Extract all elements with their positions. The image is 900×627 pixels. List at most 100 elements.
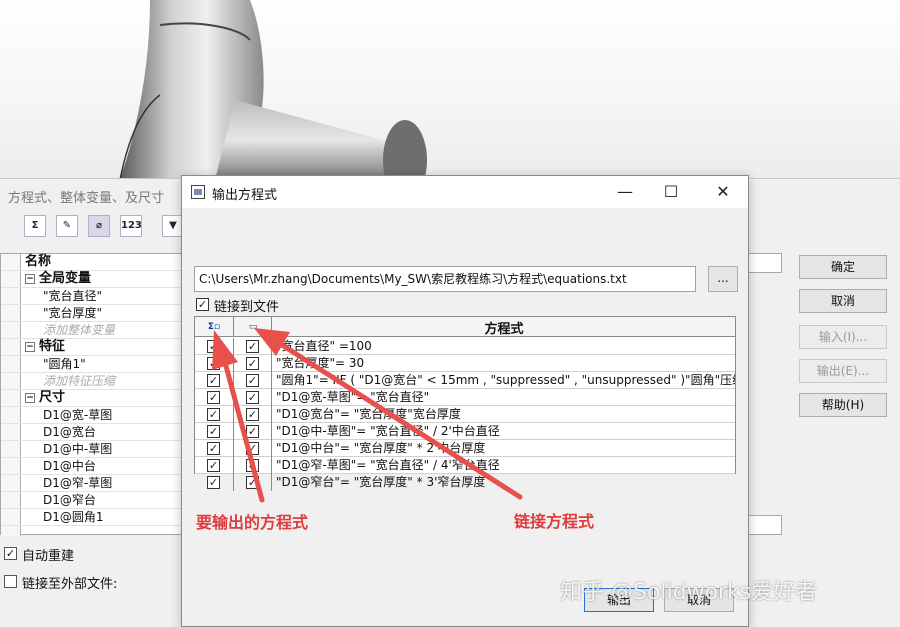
tree-item[interactable]: D1@窄台 — [1, 492, 193, 509]
item-label: D1@窄-草图 — [43, 476, 113, 490]
equation-text: "D1@窄台"= "宽台厚度" * 3'窄台厚度 — [271, 474, 735, 491]
item-label: D1@宽-草图 — [43, 408, 113, 422]
export-checkbox[interactable]: ✓ — [207, 442, 220, 455]
item-label: "宽台直径" — [43, 289, 103, 303]
watermark: 知乎 @Solidworks爱好者 — [560, 580, 818, 605]
link-to-file-checkbox[interactable]: ✓ — [196, 298, 209, 311]
import-button[interactable]: 输入(I)... — [799, 325, 887, 349]
group-global-variables[interactable]: − 全局变量 — [1, 271, 193, 288]
export-checkbox[interactable]: ✓ — [207, 425, 220, 438]
tree-item[interactable]: "宽台直径" — [1, 288, 193, 305]
annotation-export-label: 要输出的方程式 — [196, 513, 309, 532]
group-features[interactable]: − 特征 — [1, 339, 193, 356]
header-export-column[interactable]: Σ▫ — [195, 317, 233, 337]
export-checkbox[interactable]: ✓ — [207, 391, 220, 404]
collapse-icon[interactable]: − — [25, 342, 35, 352]
equation-text: "D1@窄-草图"= "宽台直径" / 4'窄台直径 — [271, 457, 735, 474]
link-checkbox[interactable]: ✓ — [246, 340, 259, 353]
window-icon — [191, 185, 205, 199]
export-button[interactable]: 输出(E)... — [799, 359, 887, 383]
grid-header-label: 方程式 — [484, 322, 524, 337]
3d-viewport[interactable] — [0, 0, 900, 180]
export-column-icon: Σ▫ — [207, 322, 221, 332]
link-external-checkbox[interactable] — [4, 575, 17, 588]
tree-item[interactable]: "圆角1" — [1, 356, 193, 373]
collapse-icon[interactable]: − — [25, 274, 35, 284]
link-checkbox[interactable]: ✓ — [246, 442, 259, 455]
table-row[interactable]: ✓ ✓ "圆角1"= IIF ( "D1@宽台" < 15mm , "suppr… — [195, 372, 735, 389]
equation-text: "D1@中-草图"= "宽台直径" / 2'中台直径 — [271, 423, 735, 440]
export-checkbox[interactable]: ✓ — [207, 408, 220, 421]
close-icon[interactable]: ✕ — [700, 176, 746, 208]
item-label: D1@圆角1 — [43, 510, 104, 524]
header-equation-column: 方程式 — [271, 317, 735, 337]
header-label: 名称 — [25, 254, 52, 269]
cancel-button[interactable]: 取消 — [799, 289, 887, 313]
sketch-equation-icon[interactable]: ✎ — [56, 215, 78, 237]
table-row[interactable]: ✓ ✓ "D1@窄-草图"= "宽台直径" / 4'窄台直径 — [195, 457, 735, 474]
group-label: 全局变量 — [39, 271, 92, 286]
group-label: 特征 — [39, 339, 66, 354]
tree-item[interactable]: D1@圆角1 — [1, 509, 193, 526]
equation-text: "D1@宽-草图"= "宽台直径" — [271, 389, 735, 406]
tree-item[interactable]: D1@中台 — [1, 458, 193, 475]
auto-rebuild-checkbox[interactable]: ✓ — [4, 547, 17, 560]
link-checkbox[interactable]: ✓ — [246, 476, 259, 489]
add-global-variable[interactable]: 添加整体变量 — [1, 322, 193, 339]
tree-item[interactable]: "宽台厚度" — [1, 305, 193, 322]
item-label: D1@中-草图 — [43, 442, 113, 456]
link-checkbox[interactable]: ✓ — [246, 459, 259, 472]
group-dimensions[interactable]: − 尺寸 — [1, 390, 193, 407]
link-checkbox[interactable]: ✓ — [246, 374, 259, 387]
item-label: D1@中台 — [43, 459, 96, 473]
link-external-label: 链接至外部文件: — [22, 577, 118, 592]
equation-text: "D1@中台"= "宽台厚度" * 2'中台厚度 — [271, 440, 735, 457]
tree-item[interactable]: D1@窄-草图 — [1, 475, 193, 492]
link-checkbox[interactable]: ✓ — [246, 425, 259, 438]
equation-view-icon[interactable]: Σ — [24, 215, 46, 237]
equations-grid: Σ▫ ▭ 方程式 ✓ ✓ "宽台直径" =100 ✓ ✓ "宽台厚度"= 30 … — [194, 316, 736, 491]
table-row[interactable]: ✓ ✓ "D1@宽台"= "宽台厚度"宽台厚度 — [195, 406, 735, 423]
table-row[interactable]: ✓ ✓ "D1@中-草图"= "宽台直径" / 2'中台直径 — [195, 423, 735, 440]
tree-item[interactable]: D1@中-草图 — [1, 441, 193, 458]
export-checkbox[interactable]: ✓ — [207, 476, 220, 489]
table-row[interactable]: ✓ ✓ "宽台厚度"= 30 — [195, 355, 735, 372]
link-checkbox[interactable]: ✓ — [246, 391, 259, 404]
auto-rebuild-label: 自动重建 — [22, 549, 75, 564]
header-link-column[interactable]: ▭ — [233, 317, 271, 337]
table-row[interactable]: ✓ ✓ "宽台直径" =100 — [195, 338, 735, 355]
table-row[interactable]: ✓ ✓ "D1@窄台"= "宽台厚度" * 3'窄台厚度 — [195, 474, 735, 491]
ok-button[interactable]: 确定 — [799, 255, 887, 279]
item-label: "圆角1" — [43, 357, 86, 371]
export-checkbox[interactable]: ✓ — [207, 340, 220, 353]
tree-item[interactable]: D1@宽台 — [1, 424, 193, 441]
equation-text: "宽台直径" =100 — [271, 338, 735, 355]
minimize-icon[interactable]: — — [602, 176, 648, 208]
equation-text: "D1@宽台"= "宽台厚度"宽台厚度 — [271, 406, 735, 423]
equations-tree: 名称 − 全局变量 "宽台直径" "宽台厚度" 添加整体变量 − 特征 "圆角1" … — [0, 253, 193, 536]
link-column-icon: ▭ — [248, 322, 258, 332]
item-label: D1@宽台 — [43, 425, 96, 439]
browse-button[interactable]: ... — [708, 266, 738, 292]
export-checkbox[interactable]: ✓ — [207, 374, 220, 387]
table-row[interactable]: ✓ ✓ "D1@宽-草图"= "宽台直径" — [195, 389, 735, 406]
link-checkbox[interactable]: ✓ — [246, 408, 259, 421]
group-label: 尺寸 — [39, 390, 66, 405]
grid-header: Σ▫ ▭ 方程式 — [195, 317, 735, 337]
dimension-view-icon[interactable]: ⌀ — [88, 215, 110, 237]
link-checkbox[interactable]: ✓ — [246, 357, 259, 370]
ordered-view-icon[interactable]: 123 — [120, 215, 142, 237]
window-title: 方程式、整体变量、及尺寸 — [8, 191, 165, 206]
collapse-icon[interactable]: − — [25, 393, 35, 403]
tree-item[interactable]: D1@宽-草图 — [1, 407, 193, 424]
export-checkbox[interactable]: ✓ — [207, 459, 220, 472]
help-button[interactable]: 帮助(H) — [799, 393, 887, 417]
maximize-icon[interactable]: ☐ — [648, 176, 694, 208]
equation-text: "圆角1"= IIF ( "D1@宽台" < 15mm , "suppresse… — [271, 372, 735, 389]
add-feature-suppression[interactable]: 添加特征压缩 — [1, 373, 193, 390]
export-checkbox[interactable]: ✓ — [207, 357, 220, 370]
add-placeholder: 添加整体变量 — [43, 323, 116, 337]
table-row[interactable]: ✓ ✓ "D1@中台"= "宽台厚度" * 2'中台厚度 — [195, 440, 735, 457]
dialog-title: 输出方程式 — [212, 188, 278, 203]
file-path-input[interactable]: C:\Users\Mr.zhang\Documents\My_SW\索尼教程练习… — [194, 266, 696, 292]
